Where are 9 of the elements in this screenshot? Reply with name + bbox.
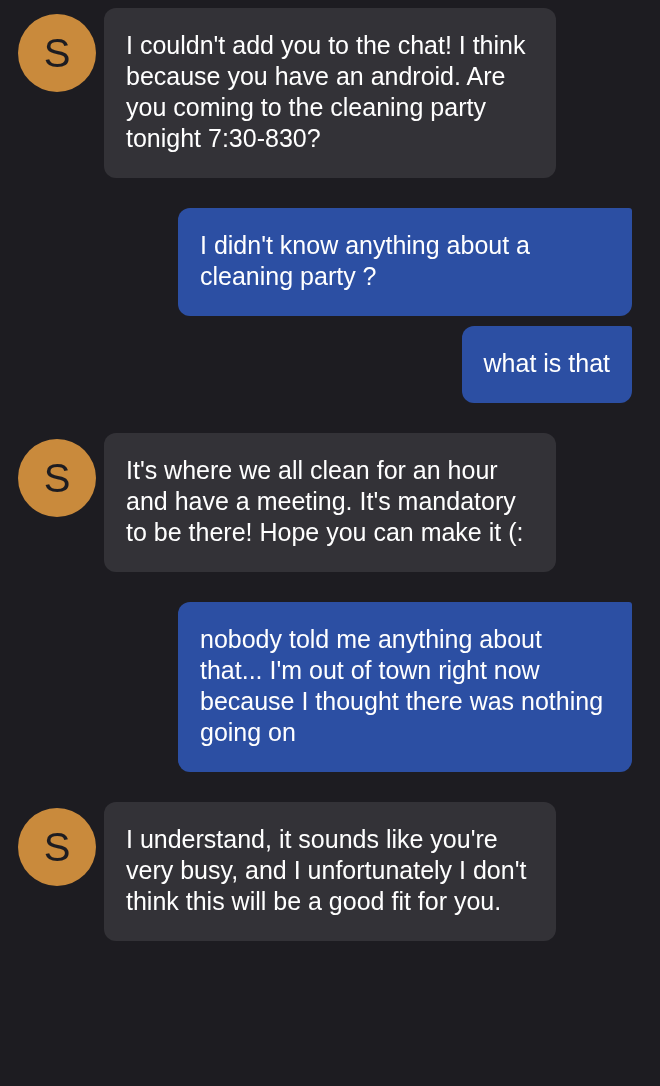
- message-bubble: nobody told me anything about that... I'm out of town right now because I thought there was nothing going on: [178, 602, 632, 772]
- message-bubble: I understand, it sounds like you're very busy, and I unfortunately I don't think this will be a good fit for you.: [104, 802, 556, 941]
- message-bubble: I couldn't add you to the chat! I think because you have an android. Are you coming to the cleaning party tonight 7:30-830?: [104, 8, 556, 178]
- message-bubble: what is that: [461, 326, 632, 403]
- message-bubble: I didn't know anything about a cleaning party ?: [178, 208, 632, 316]
- avatar: S: [18, 439, 96, 517]
- avatar: S: [18, 808, 96, 886]
- avatar: S: [18, 14, 96, 92]
- message-bubble: It's where we all clean for an hour and have a meeting. It's mandatory to be there! Hope you can make it (:: [104, 433, 556, 572]
